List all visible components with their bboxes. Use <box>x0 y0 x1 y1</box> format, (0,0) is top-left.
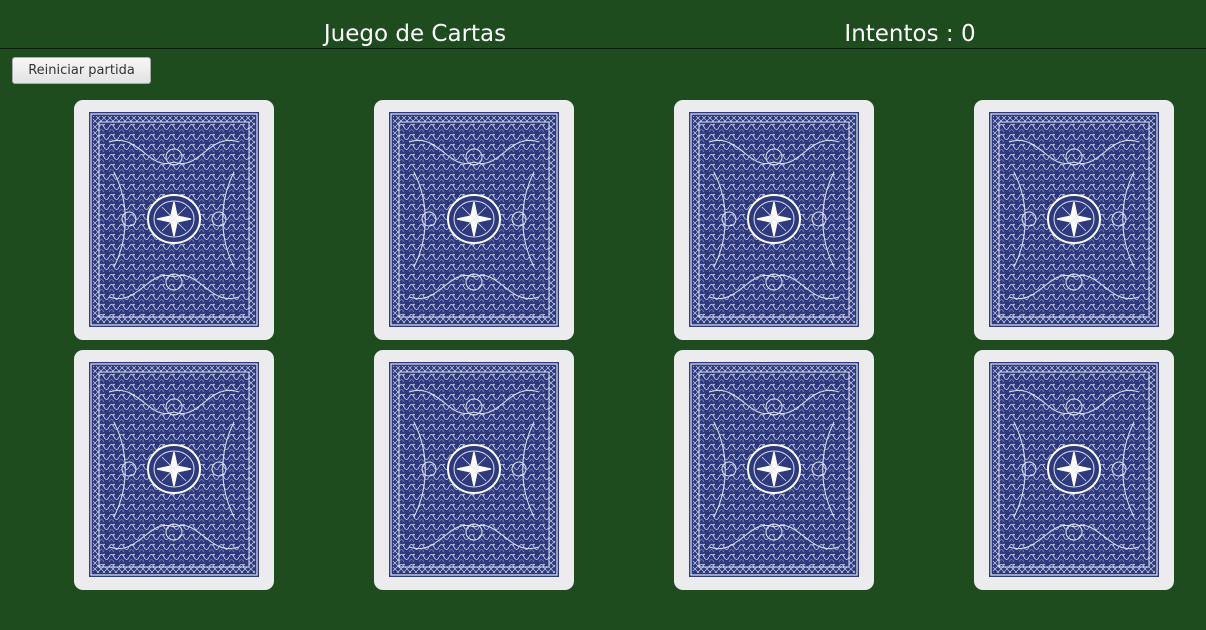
card-back-pattern-icon <box>89 362 259 577</box>
card-back-pattern-icon <box>89 112 259 327</box>
card-back-pattern-icon <box>689 112 859 327</box>
card-back-pattern-icon <box>989 362 1159 577</box>
card-back-pattern-icon <box>689 362 859 577</box>
card-back[interactable] <box>374 100 574 340</box>
card-back-pattern-icon <box>989 112 1159 327</box>
card-back[interactable] <box>374 350 574 590</box>
reset-game-button[interactable]: Reiniciar partida <box>12 57 151 84</box>
attempts-counter: Intentos : 0 <box>844 21 976 47</box>
card-back[interactable] <box>974 100 1174 340</box>
card-back[interactable] <box>74 350 274 590</box>
card-back-pattern-icon <box>389 112 559 327</box>
game-title: Juego de Cartas <box>323 21 507 47</box>
card-back[interactable] <box>674 350 874 590</box>
card-back[interactable] <box>974 350 1174 590</box>
card-back-pattern-icon <box>389 362 559 577</box>
card-back[interactable] <box>674 100 874 340</box>
card-back[interactable] <box>74 100 274 340</box>
game-header: Juego de Cartas Intentos : 0 <box>0 0 1206 49</box>
